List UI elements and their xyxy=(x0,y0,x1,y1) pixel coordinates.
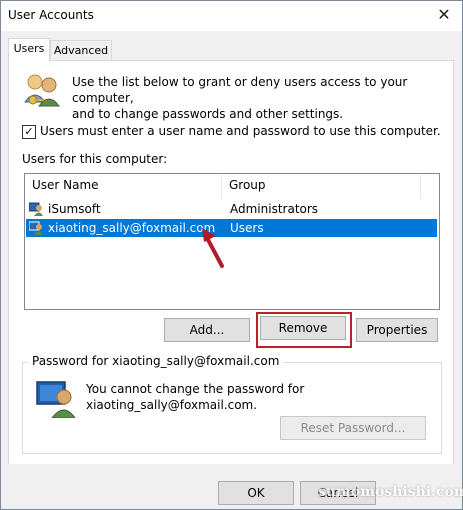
users-list-label: Users for this computer: xyxy=(22,152,168,166)
user-name-cell: iSumsoft xyxy=(48,202,101,216)
user-account-icon xyxy=(36,380,76,419)
intro-line-2: and to change passwords and other settin… xyxy=(72,107,344,121)
column-header-user-name[interactable]: User Name xyxy=(32,178,99,192)
window-title: User Accounts xyxy=(8,8,94,22)
intro-text: Use the list below to grant or deny user… xyxy=(72,74,432,122)
remove-button[interactable]: Remove xyxy=(260,316,346,340)
intro-line-1: Use the list below to grant or deny user… xyxy=(72,75,408,105)
column-divider[interactable] xyxy=(221,175,222,199)
password-info-line-1: You cannot change the password for xyxy=(86,382,305,396)
properties-button[interactable]: Properties xyxy=(356,318,438,342)
password-info-text: You cannot change the password for xiaot… xyxy=(86,381,386,413)
require-password-checkbox[interactable]: ✓ xyxy=(22,125,36,139)
tab-advanced[interactable]: Advanced xyxy=(50,40,112,61)
user-icon xyxy=(28,202,43,216)
user-icon xyxy=(28,221,43,235)
users-icon xyxy=(22,72,62,108)
red-arrow-icon xyxy=(200,226,234,268)
user-group-cell: Users xyxy=(230,221,264,235)
user-name-cell: xiaoting_sally@foxmail.com xyxy=(48,221,216,235)
reset-password-button[interactable]: Reset Password... xyxy=(280,416,426,440)
user-group-cell: Administrators xyxy=(230,202,319,216)
ok-button[interactable]: OK xyxy=(218,481,294,505)
table-row[interactable]: iSumsoft Administrators xyxy=(26,200,437,218)
watermark: sumomoshishi.com xyxy=(318,484,463,500)
close-button[interactable]: ✕ xyxy=(432,4,456,26)
password-info-line-2: xiaoting_sally@foxmail.com. xyxy=(86,398,258,412)
tab-users[interactable]: Users xyxy=(8,38,50,62)
column-header-group[interactable]: Group xyxy=(229,178,266,192)
require-password-label[interactable]: Users must enter a user name and passwor… xyxy=(40,124,441,138)
add-button[interactable]: Add... xyxy=(164,318,250,342)
column-divider[interactable] xyxy=(420,175,421,199)
password-group-label: Password for xiaoting_sally@foxmail.com xyxy=(28,354,284,368)
